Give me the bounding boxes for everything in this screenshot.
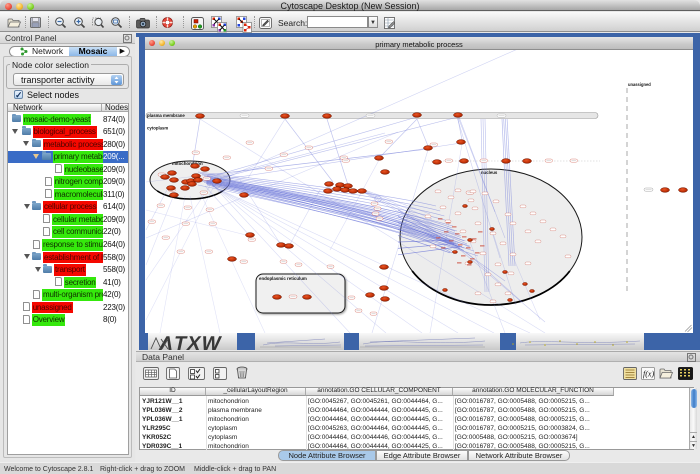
svg-text:cytoplasm: cytoplasm xyxy=(147,126,168,131)
svg-text:plasma membrane: plasma membrane xyxy=(147,113,185,118)
svg-text:nucleus: nucleus xyxy=(481,170,498,175)
svg-text:unassigned: unassigned xyxy=(628,82,651,87)
svg-text:f(x): f(x) xyxy=(643,370,654,379)
